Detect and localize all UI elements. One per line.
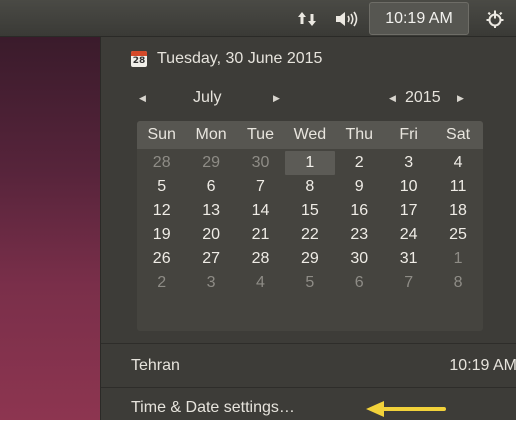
- clock-label: 10:19 AM: [385, 9, 453, 27]
- menu-separator: [101, 387, 516, 388]
- calendar-week: 12 13 14 15 16 17 18: [137, 199, 483, 223]
- calendar-day[interactable]: 18: [433, 199, 482, 223]
- calendar-day[interactable]: 3: [384, 151, 433, 175]
- power-gear-icon: [486, 10, 504, 28]
- calendar-day[interactable]: 7: [384, 271, 433, 295]
- calendar-day[interactable]: 19: [137, 223, 186, 247]
- weekday-label: Sat: [446, 126, 471, 143]
- calendar-day[interactable]: 17: [384, 199, 433, 223]
- sound-indicator[interactable]: [331, 0, 363, 37]
- calendar-day[interactable]: 28: [236, 247, 285, 271]
- calendar-day[interactable]: 30: [335, 247, 384, 271]
- calendar-day[interactable]: 27: [186, 247, 235, 271]
- desktop-wallpaper: [0, 37, 100, 420]
- weekday-label: Sun: [147, 126, 176, 143]
- calendar-day-selected[interactable]: 1: [285, 151, 335, 175]
- calendar-week: 28 29 30 1 2 3 4: [137, 151, 483, 175]
- weekday-label: Mon: [195, 126, 227, 143]
- weekday-label: Wed: [293, 126, 327, 143]
- calendar-day[interactable]: 14: [236, 199, 285, 223]
- prev-month-button[interactable]: ◀: [139, 87, 146, 109]
- calendar-day[interactable]: 10: [384, 175, 433, 199]
- calendar-day[interactable]: 2: [335, 151, 384, 175]
- weekday-header: Sun Mon Tue Wed Thu Fri Sat: [137, 121, 483, 149]
- calendar-day[interactable]: 9: [335, 175, 384, 199]
- calendar-day[interactable]: 6: [186, 175, 235, 199]
- network-updown-icon: [298, 11, 316, 26]
- next-year-button[interactable]: ▶: [457, 87, 464, 109]
- calendar-day[interactable]: 26: [137, 247, 186, 271]
- location-item-tehran[interactable]: Tehran 10:19 AM: [131, 355, 516, 377]
- calendar-day[interactable]: 16: [335, 199, 384, 223]
- calendar-day[interactable]: 7: [236, 175, 285, 199]
- current-date-label: Tuesday, 30 June 2015: [157, 50, 323, 67]
- calendar-day[interactable]: 5: [285, 271, 334, 295]
- calendar-day[interactable]: 13: [186, 199, 235, 223]
- calendar-week: 2 3 4 5 6 7 8: [137, 271, 483, 295]
- location-time: 10:19 AM: [449, 357, 516, 374]
- year-label: 2015: [405, 89, 441, 106]
- calendar-days: 28 29 30 1 2 3 4 5 6 7 8 9 10 11 12 13 1…: [137, 151, 483, 295]
- calendar-day[interactable]: 28: [137, 151, 186, 175]
- calendar-week: 19 20 21 22 23 24 25: [137, 223, 483, 247]
- calendar-day[interactable]: 22: [285, 223, 334, 247]
- calendar-day[interactable]: 20: [186, 223, 235, 247]
- calendar-day[interactable]: 5: [137, 175, 186, 199]
- network-indicator[interactable]: [292, 0, 322, 37]
- menu-separator: [101, 343, 516, 344]
- calendar-icon: 28: [131, 51, 147, 67]
- session-indicator[interactable]: [480, 0, 510, 37]
- calendar-day[interactable]: 24: [384, 223, 433, 247]
- calendar-day[interactable]: 3: [186, 271, 235, 295]
- calendar-day[interactable]: 29: [285, 247, 334, 271]
- month-label: July: [193, 89, 222, 106]
- calendar-day[interactable]: 23: [335, 223, 384, 247]
- calendar-day[interactable]: 15: [285, 199, 334, 223]
- date-header: 28 Tuesday, 30 June 2015: [131, 47, 322, 71]
- location-name: Tehran: [131, 357, 180, 374]
- calendar-day[interactable]: 12: [137, 199, 186, 223]
- calendar-day[interactable]: 2: [137, 271, 186, 295]
- calendar-day[interactable]: 4: [433, 151, 482, 175]
- weekday-label: Fri: [399, 126, 418, 143]
- prev-year-button[interactable]: ◀: [389, 87, 396, 109]
- calendar-day[interactable]: 11: [433, 175, 482, 199]
- weekday-label: Tue: [246, 126, 274, 143]
- year-navigator: ◀ 2015 ▶: [387, 87, 487, 109]
- calendar-day[interactable]: 4: [236, 271, 285, 295]
- screenshot-margin: [0, 420, 516, 435]
- clock-indicator[interactable]: 10:19 AM: [369, 2, 469, 35]
- calendar-day[interactable]: 29: [186, 151, 235, 175]
- speaker-volume-icon: [336, 11, 358, 26]
- calendar-day[interactable]: 25: [433, 223, 482, 247]
- calendar-day[interactable]: 21: [236, 223, 285, 247]
- calendar-grid: Sun Mon Tue Wed Thu Fri Sat 28 29 30 1 2…: [137, 121, 483, 331]
- weekday-label: Thu: [345, 126, 374, 143]
- calendar-day[interactable]: 30: [236, 151, 285, 175]
- datetime-menu: 28 Tuesday, 30 June 2015 ◀ July ▶ ◀ 2015…: [100, 37, 516, 420]
- calendar-day[interactable]: 6: [335, 271, 384, 295]
- annotation-arrow-icon: [366, 401, 446, 417]
- calendar-day[interactable]: 8: [285, 175, 334, 199]
- calendar-day[interactable]: 1: [433, 247, 482, 271]
- month-navigator: ◀ July ▶: [137, 87, 287, 109]
- calendar-week: 5 6 7 8 9 10 11: [137, 175, 483, 199]
- calendar-day[interactable]: 31: [384, 247, 433, 271]
- time-date-settings-item[interactable]: Time & Date settings…: [131, 397, 295, 419]
- calendar-day[interactable]: 8: [433, 271, 482, 295]
- top-panel: 10:19 AM: [0, 0, 516, 37]
- next-month-button[interactable]: ▶: [273, 87, 280, 109]
- calendar-week: 26 27 28 29 30 31 1: [137, 247, 483, 271]
- settings-label: Time & Date settings…: [131, 399, 295, 416]
